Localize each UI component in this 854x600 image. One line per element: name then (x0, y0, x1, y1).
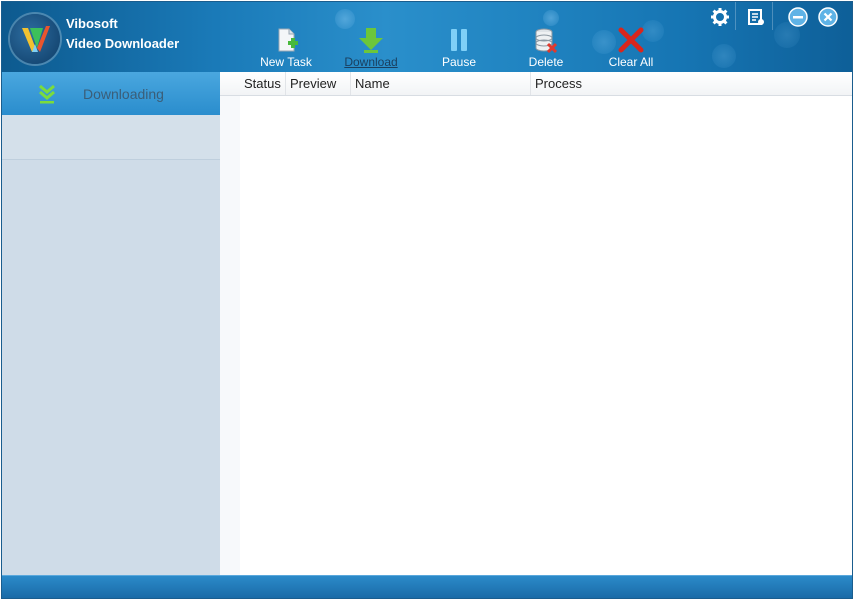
clear-all-button[interactable]: Clear All (595, 22, 667, 72)
decor-bubble (712, 44, 736, 68)
delete-label: Delete (528, 55, 564, 69)
row-gutter (220, 96, 240, 575)
separator (772, 2, 773, 30)
download-button[interactable]: Download (335, 22, 407, 72)
register-icon (748, 9, 764, 25)
task-list: Status Preview Name Process (220, 72, 852, 575)
sidebar-empty-row (2, 115, 220, 160)
new-task-label: New Task (260, 55, 312, 69)
settings-icon (711, 8, 729, 26)
new-task-button[interactable]: New Task (250, 22, 322, 72)
app-title-line1: Vibosoft (66, 16, 118, 31)
app-logo (10, 14, 60, 64)
column-header-status[interactable]: Status (240, 72, 286, 95)
app-title-line2: Video Downloader (66, 36, 180, 51)
pause-button[interactable]: Pause (423, 22, 495, 72)
app-window: Vibosoft Video Downloader New Task Downl… (1, 1, 853, 599)
sidebar-item-downloading[interactable]: Downloading (2, 72, 220, 115)
sidebar-item-label: Downloading (83, 86, 164, 102)
sidebar: Downloading (2, 72, 220, 575)
separator (735, 2, 736, 30)
download-icon (359, 28, 383, 53)
minimize-icon (788, 7, 808, 27)
column-header-name[interactable]: Name (351, 72, 531, 95)
delete-icon (535, 28, 558, 54)
new-task-icon (278, 28, 298, 52)
downloading-icon (39, 84, 55, 104)
column-header-process[interactable]: Process (531, 72, 852, 95)
app-title: Vibosoft Video Downloader (66, 14, 179, 54)
minimize-button[interactable] (787, 6, 809, 28)
column-header-preview[interactable]: Preview (286, 72, 351, 95)
task-list-header: Status Preview Name Process (220, 72, 852, 96)
pause-label: Pause (441, 55, 477, 69)
settings-button[interactable] (709, 6, 731, 28)
title-bar: Vibosoft Video Downloader New Task Downl… (2, 2, 852, 72)
register-button[interactable] (745, 6, 767, 28)
close-button[interactable] (817, 6, 839, 28)
clear-all-label: Clear All (608, 55, 654, 69)
close-icon (818, 7, 838, 27)
download-label: Download (344, 55, 398, 69)
status-bar (2, 575, 852, 598)
pause-icon (451, 29, 467, 51)
clear-all-icon (618, 27, 644, 53)
delete-button[interactable]: Delete (510, 22, 582, 72)
